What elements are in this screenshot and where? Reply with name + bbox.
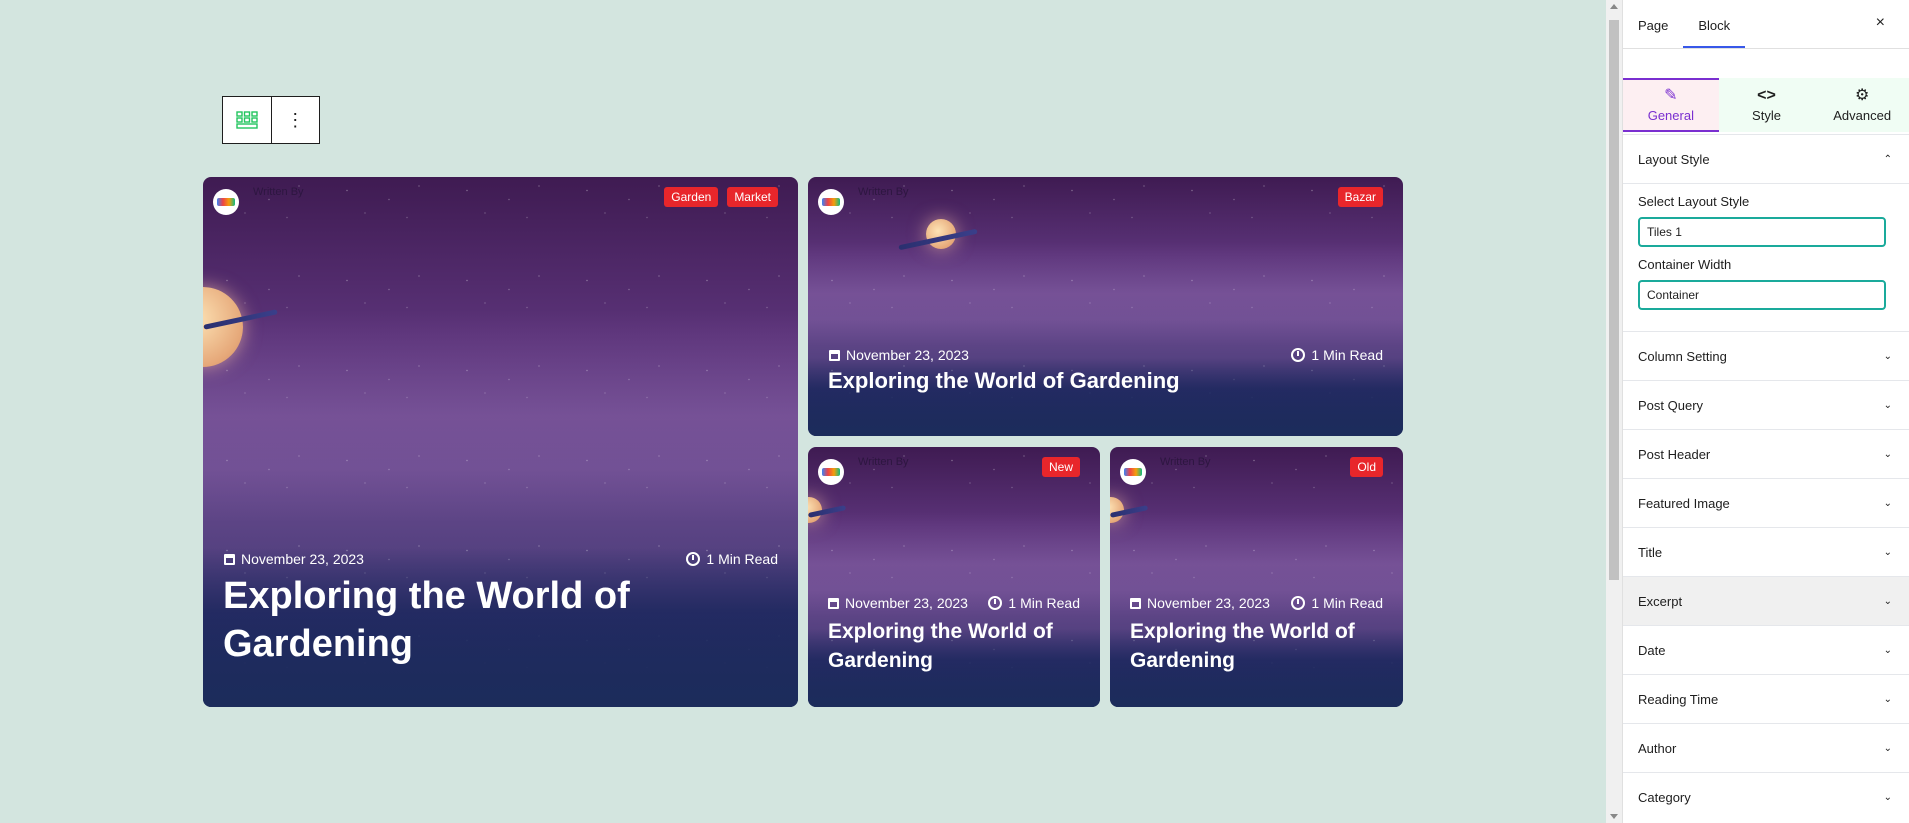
- chevron-down-icon: ⌄: [1883, 399, 1892, 411]
- post-card-small[interactable]: Written By Old November 23, 2023 1 Min R…: [1110, 447, 1403, 707]
- post-card-wide[interactable]: Written By Bazar November 23, 2023 1 Min…: [808, 177, 1403, 436]
- section-reading-time[interactable]: Reading Time ⌄: [1623, 674, 1909, 723]
- section-post-header[interactable]: Post Header ⌄: [1623, 429, 1909, 478]
- calendar-icon: [1130, 597, 1141, 609]
- category-badge[interactable]: Old: [1350, 457, 1383, 477]
- block-toolbar: ⋮: [222, 96, 320, 144]
- category-badge[interactable]: Bazar: [1337, 187, 1383, 207]
- code-icon: <>: [1757, 86, 1776, 104]
- written-by-label: Written By: [253, 186, 304, 198]
- section-excerpt[interactable]: Excerpt ⌄: [1623, 576, 1909, 625]
- avatar[interactable]: [818, 459, 844, 485]
- post-date: November 23, 2023: [1130, 595, 1270, 611]
- tab-style[interactable]: <> Style: [1719, 78, 1815, 132]
- clock-icon: [1291, 596, 1306, 610]
- tab-page[interactable]: Page: [1623, 0, 1683, 48]
- clock-icon: [686, 552, 701, 566]
- tab-block[interactable]: Block: [1683, 0, 1746, 48]
- editor-canvas: ⋮ Written By Garden Market November 23, …: [0, 0, 1606, 823]
- post-title[interactable]: Exploring the World of Gardening: [828, 367, 1388, 395]
- layout-style-section: Layout Style ⌃ Select Layout Style Tiles…: [1623, 134, 1909, 310]
- reading-time: 1 Min Read: [1291, 595, 1383, 611]
- category-badge[interactable]: Market: [727, 187, 778, 207]
- settings-subtabs: ✎ General <> Style ⚙ Advanced: [1623, 78, 1909, 132]
- options-button[interactable]: ⋮: [270, 97, 320, 143]
- post-title[interactable]: Exploring the World of Gardening: [828, 617, 1078, 675]
- section-title[interactable]: Title ⌄: [1623, 527, 1909, 576]
- close-icon[interactable]: ×: [1876, 14, 1885, 32]
- reading-time: 1 Min Read: [686, 551, 778, 567]
- written-by-label: Written By: [858, 456, 909, 468]
- reading-time: 1 Min Read: [1291, 347, 1383, 363]
- post-card-small[interactable]: Written By New November 23, 2023 1 Min R…: [808, 447, 1100, 707]
- sidebar-tabs: Page Block ×: [1623, 0, 1909, 49]
- clock-icon: [988, 596, 1003, 610]
- pencil-icon: ✎: [1664, 86, 1678, 104]
- avatar[interactable]: [818, 189, 844, 215]
- section-post-query[interactable]: Post Query ⌄: [1623, 380, 1909, 429]
- section-featured-image[interactable]: Featured Image ⌄: [1623, 478, 1909, 527]
- chevron-down-icon: ⌄: [1883, 546, 1892, 558]
- layout-style-select[interactable]: Tiles 1: [1638, 217, 1886, 247]
- tab-advanced[interactable]: ⚙ Advanced: [1814, 78, 1909, 132]
- chevron-down-icon: ⌄: [1883, 644, 1892, 656]
- block-type-button[interactable]: [223, 97, 271, 143]
- category-badges: Old: [1350, 457, 1383, 477]
- section-date[interactable]: Date ⌄: [1623, 625, 1909, 674]
- avatar[interactable]: [1120, 459, 1146, 485]
- post-card-large[interactable]: Written By Garden Market November 23, 20…: [203, 177, 798, 707]
- calendar-icon: [829, 349, 840, 361]
- container-width-label: Container Width: [1638, 257, 1732, 272]
- category-badge[interactable]: Garden: [664, 187, 719, 207]
- scroll-down-icon[interactable]: [1610, 814, 1618, 819]
- category-badges: Garden Market: [664, 187, 778, 207]
- settings-sidebar: Page Block × ✎ General <> Style ⚙ Advanc…: [1622, 0, 1909, 823]
- avatar[interactable]: [213, 189, 239, 215]
- post-date: November 23, 2023: [828, 595, 968, 611]
- section-author[interactable]: Author ⌄: [1623, 723, 1909, 772]
- chevron-down-icon: ⌄: [1883, 350, 1892, 362]
- chevron-down-icon: ⌄: [1883, 742, 1892, 754]
- container-width-select[interactable]: Container: [1638, 280, 1886, 310]
- calendar-icon: [224, 553, 235, 565]
- chevron-down-icon: ⌄: [1883, 448, 1892, 460]
- clock-icon: [1291, 348, 1306, 362]
- post-date: November 23, 2023: [829, 347, 969, 363]
- written-by-label: Written By: [858, 186, 909, 198]
- chevron-down-icon: ⌄: [1883, 791, 1892, 803]
- chevron-up-icon: ⌃: [1883, 153, 1892, 165]
- more-vertical-icon: ⋮: [286, 110, 305, 130]
- reading-time: 1 Min Read: [988, 595, 1080, 611]
- gear-icon: ⚙: [1855, 86, 1870, 104]
- category-badges: New: [1041, 457, 1080, 477]
- post-date: November 23, 2023: [224, 551, 364, 567]
- section-column-setting[interactable]: Column Setting ⌄: [1623, 331, 1909, 380]
- section-toggle[interactable]: Layout Style ⌃: [1623, 135, 1909, 183]
- canvas-scrollbar[interactable]: [1606, 0, 1622, 823]
- post-title[interactable]: Exploring the World of Gardening: [1130, 617, 1380, 675]
- category-badges: Bazar: [1337, 187, 1383, 207]
- calendar-icon: [828, 597, 839, 609]
- scroll-up-icon[interactable]: [1610, 4, 1618, 9]
- category-badge[interactable]: New: [1041, 457, 1080, 477]
- chevron-down-icon: ⌄: [1883, 595, 1892, 607]
- section-category[interactable]: Category ⌄: [1623, 772, 1909, 821]
- chevron-down-icon: ⌄: [1883, 693, 1892, 705]
- tab-general[interactable]: ✎ General: [1623, 78, 1719, 132]
- written-by-label: Written By: [1160, 456, 1211, 468]
- post-title[interactable]: Exploring the World of Gardening: [223, 572, 693, 668]
- select-layout-label: Select Layout Style: [1638, 194, 1750, 209]
- grid-icon: [236, 111, 258, 129]
- chevron-down-icon: ⌄: [1883, 497, 1892, 509]
- scroll-thumb[interactable]: [1609, 20, 1619, 580]
